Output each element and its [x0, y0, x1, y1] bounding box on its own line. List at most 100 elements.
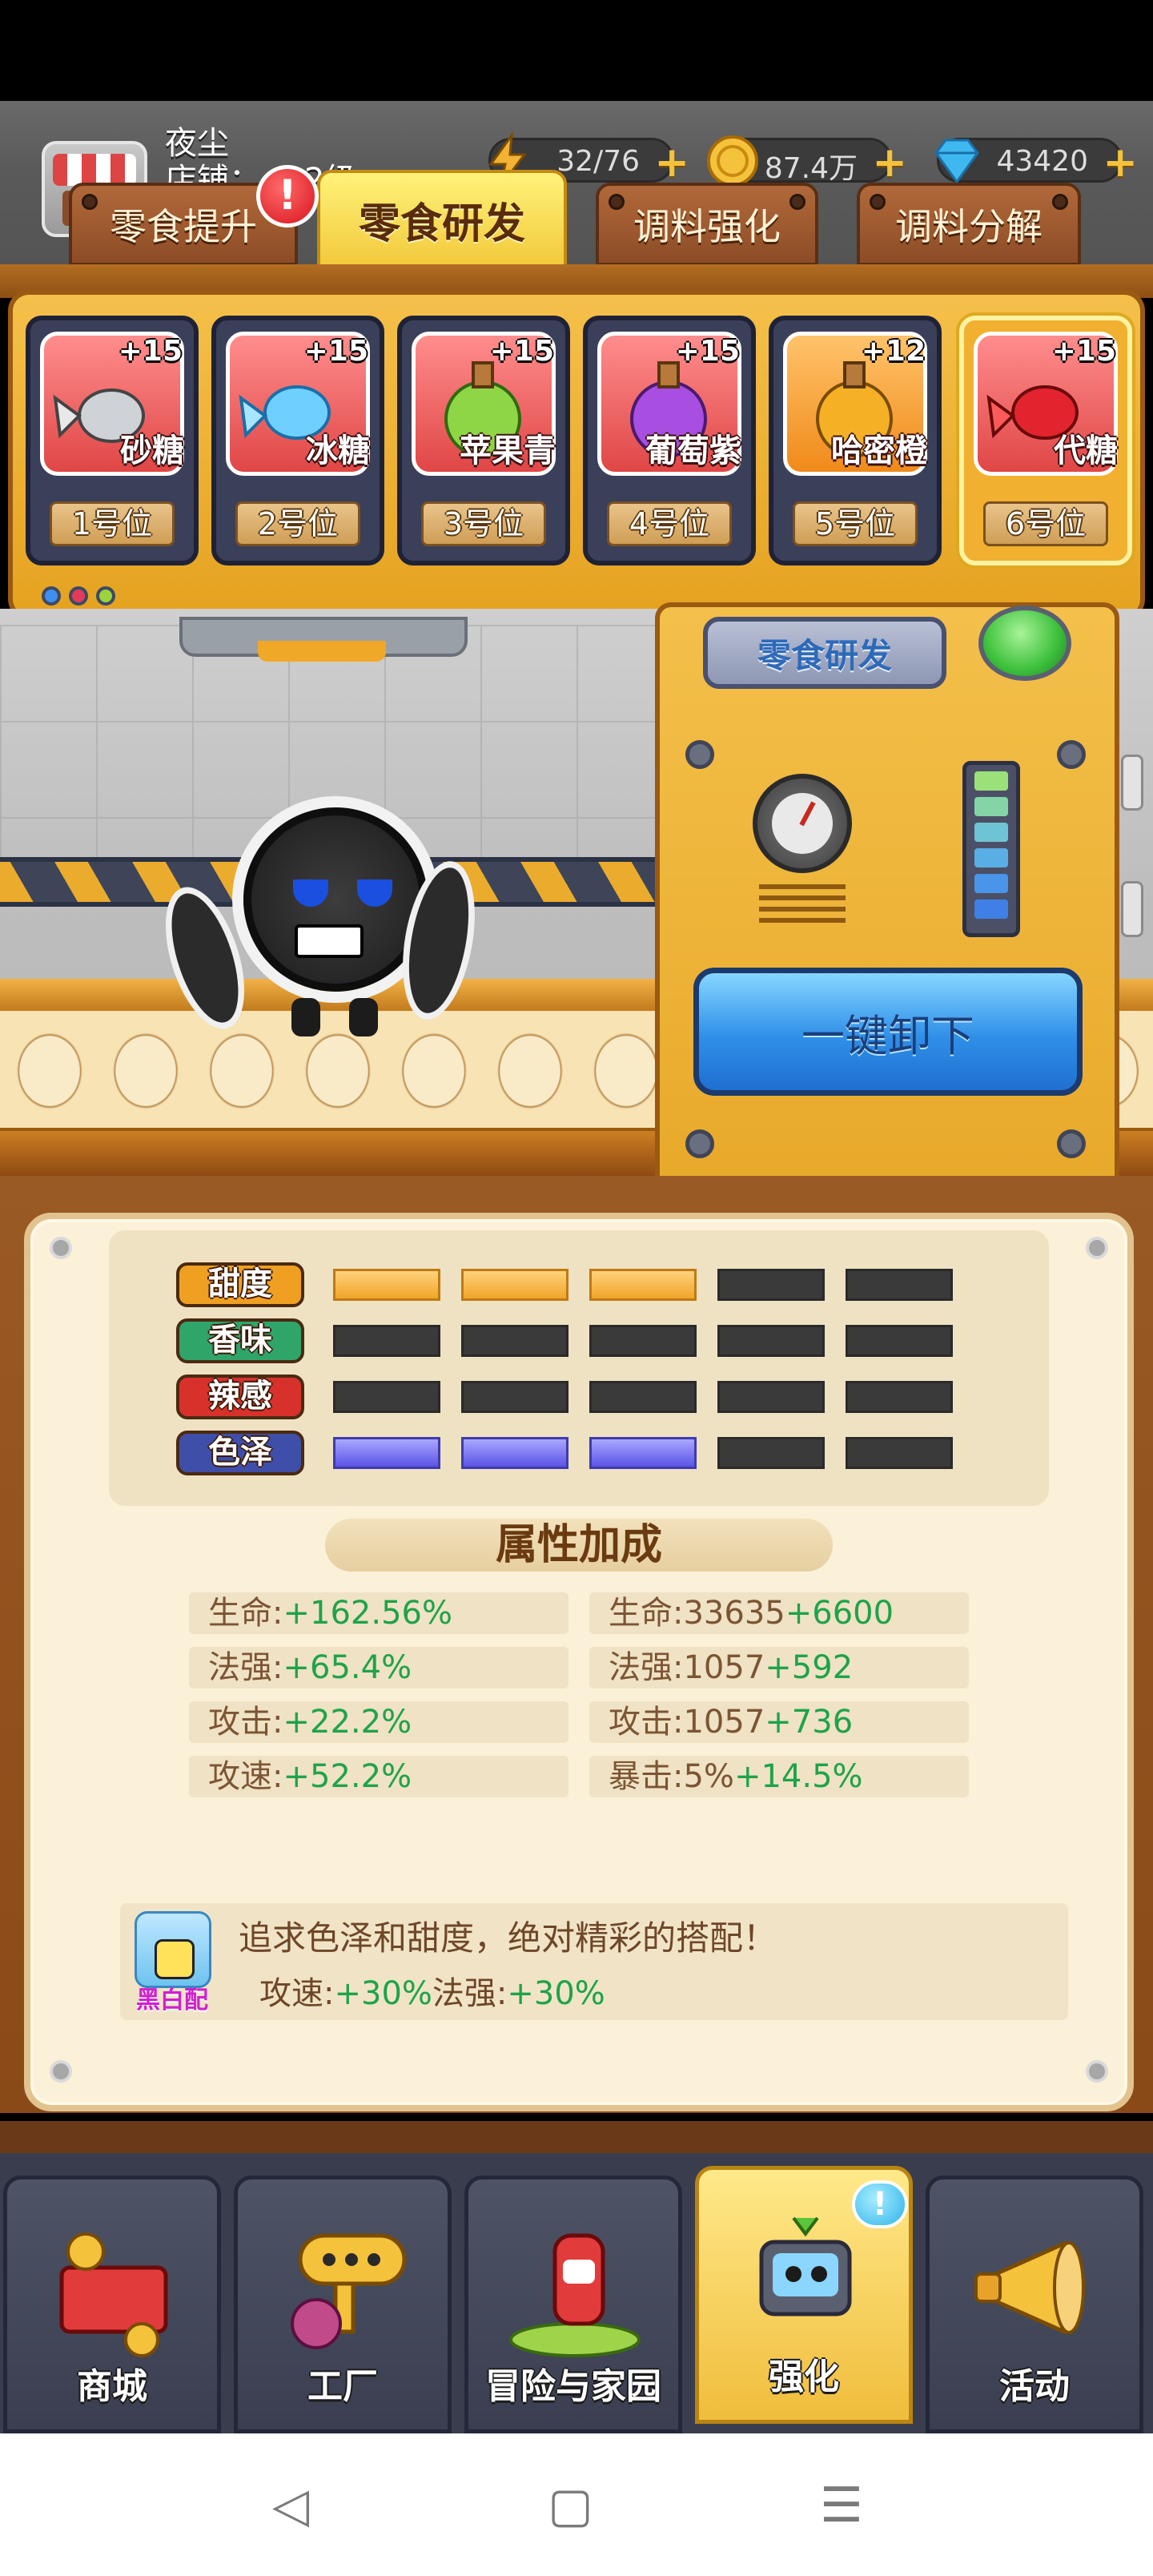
meter-bar	[461, 1437, 568, 1469]
slot-2[interactable]: +15 冰糖 2号位	[211, 316, 384, 566]
green-light-button[interactable]	[978, 606, 1071, 681]
tab-label: 调料分解	[895, 205, 1043, 248]
nav-notification-badge: !	[852, 2180, 908, 2228]
nav-factory[interactable]: 工厂	[234, 2176, 452, 2433]
nav-adventure[interactable]: 冒险与家园	[464, 2176, 682, 2433]
meter-bar	[846, 1437, 953, 1469]
slot-name: 苹果青	[460, 433, 556, 469]
vent-grille	[759, 884, 846, 923]
coin-value: 87.4万	[764, 152, 858, 185]
attr-left-attack: 攻击:+22.2%	[189, 1701, 568, 1743]
attribute-bonus-title: 属性加成	[325, 1519, 833, 1572]
side-knob	[1121, 881, 1143, 937]
nav-strip	[0, 2121, 1153, 2153]
gem-value: 43420	[996, 145, 1088, 178]
slot-position: 5号位	[793, 501, 918, 546]
eye-icon	[293, 879, 328, 907]
meter-segment	[974, 874, 1008, 893]
slot-5[interactable]: +12 哈密橙 5号位	[769, 316, 942, 566]
attr-left-speed: 攻速:+52.2%	[189, 1756, 568, 1797]
energy-add-button[interactable]: +	[654, 139, 689, 187]
attr-right-crit: 暴击:5%+14.5%	[589, 1756, 969, 1797]
tab-seasoning-enhance[interactable]: 调料强化	[596, 183, 818, 266]
combo-icon	[135, 1911, 211, 1988]
attr-right-magic: 法强:1057+592	[589, 1647, 969, 1688]
alert-badge: !	[256, 165, 319, 227]
meter-segment	[974, 771, 1008, 791]
nav-label: 冒险与家园	[485, 2366, 661, 2407]
meter-bar	[589, 1381, 697, 1413]
meter-bar	[333, 1437, 440, 1469]
meter-bar	[717, 1437, 825, 1469]
slot-level: +15	[489, 335, 554, 368]
meter-bar	[846, 1325, 953, 1357]
pin-icon	[50, 1237, 72, 1259]
tab-label: 零食研发	[358, 199, 525, 248]
slot-level: +15	[1051, 335, 1116, 368]
slot-position: 3号位	[421, 501, 546, 546]
slot-3[interactable]: +15 苹果青 3号位	[397, 316, 570, 566]
meter-label: 香味	[176, 1318, 304, 1363]
unload-all-button[interactable]: 一键卸下	[693, 968, 1083, 1096]
slot-1[interactable]: +15 砂糖 1号位	[26, 316, 199, 566]
tab-seasoning-decompose[interactable]: 调料分解	[857, 183, 1081, 266]
gauge-icon	[753, 774, 852, 873]
slot-4[interactable]: +15 葡萄紫 4号位	[583, 316, 756, 566]
slot-name: 冰糖	[306, 433, 370, 469]
coin-counter[interactable]: 87.4万 +	[707, 135, 907, 187]
meter-bar	[589, 1269, 697, 1301]
oreo-character[interactable]	[150, 807, 486, 1048]
nail-decoration	[1052, 194, 1068, 210]
slot-level: +12	[861, 335, 926, 368]
nav-label: 工厂	[307, 2366, 378, 2407]
tab-snack-research[interactable]: 零食研发	[317, 170, 567, 269]
combo-tag: 黑白配	[136, 1986, 208, 2015]
meter-segment	[974, 823, 1008, 842]
slot-name: 哈密橙	[831, 433, 927, 469]
meter-segment	[974, 900, 1008, 919]
gem-add-button[interactable]: +	[1103, 139, 1138, 187]
machine-sign-label: 零食研发	[757, 635, 892, 675]
meter-bar	[846, 1381, 953, 1413]
pin-icon	[50, 2060, 72, 2083]
home-icon[interactable]: ▢	[548, 2481, 593, 2530]
diamond-icon	[934, 139, 979, 184]
nail-decoration	[789, 194, 805, 210]
status-bar	[0, 0, 1153, 101]
attr-left-magic: 法强:+65.4%	[189, 1647, 568, 1688]
meter-bar	[333, 1269, 440, 1301]
meter-label: 辣感	[176, 1375, 304, 1419]
screw-icon	[1057, 1129, 1086, 1158]
attr-right-hp: 生命:33635+6600	[589, 1592, 969, 1634]
nail-decoration	[870, 194, 886, 210]
attr-left-hp: 生命:+162.56%	[189, 1592, 568, 1634]
page-indicator	[42, 586, 115, 606]
system-nav-bar: ◁ ▢ ☰	[0, 2433, 1153, 2576]
nail-decoration	[609, 194, 625, 210]
nail-decoration	[82, 194, 98, 210]
research-machine	[655, 602, 1119, 1195]
coin-add-button[interactable]: +	[872, 139, 907, 187]
meter-bar	[461, 1325, 568, 1357]
meter-segment	[974, 848, 1008, 867]
slot-position: 4号位	[607, 501, 732, 546]
factory-icon	[291, 2233, 407, 2349]
combo-description: 追求色泽和甜度，绝对精彩的搭配！	[239, 1918, 777, 1958]
screw-icon	[685, 740, 714, 769]
slot-6[interactable]: +15 代糖 6号位	[959, 316, 1132, 566]
gem-counter[interactable]: 43420 +	[934, 138, 1138, 187]
nav-events[interactable]: 活动	[926, 2176, 1143, 2433]
nav-shop[interactable]: 商城	[3, 2176, 221, 2433]
robot-icon	[759, 2216, 852, 2316]
menu-icon[interactable]: ☰	[820, 2481, 863, 2530]
combo-face	[155, 1939, 195, 1979]
megaphone-icon	[974, 2240, 1085, 2335]
back-icon[interactable]: ◁	[272, 2481, 309, 2530]
meter-segment	[974, 797, 1008, 816]
slot-name: 葡萄紫	[645, 433, 741, 469]
slot-level: +15	[675, 335, 740, 368]
slot-name: 砂糖	[120, 433, 184, 469]
adventure-icon	[509, 2233, 641, 2357]
meter-bar	[461, 1381, 568, 1413]
slot-position: 1号位	[50, 501, 175, 546]
